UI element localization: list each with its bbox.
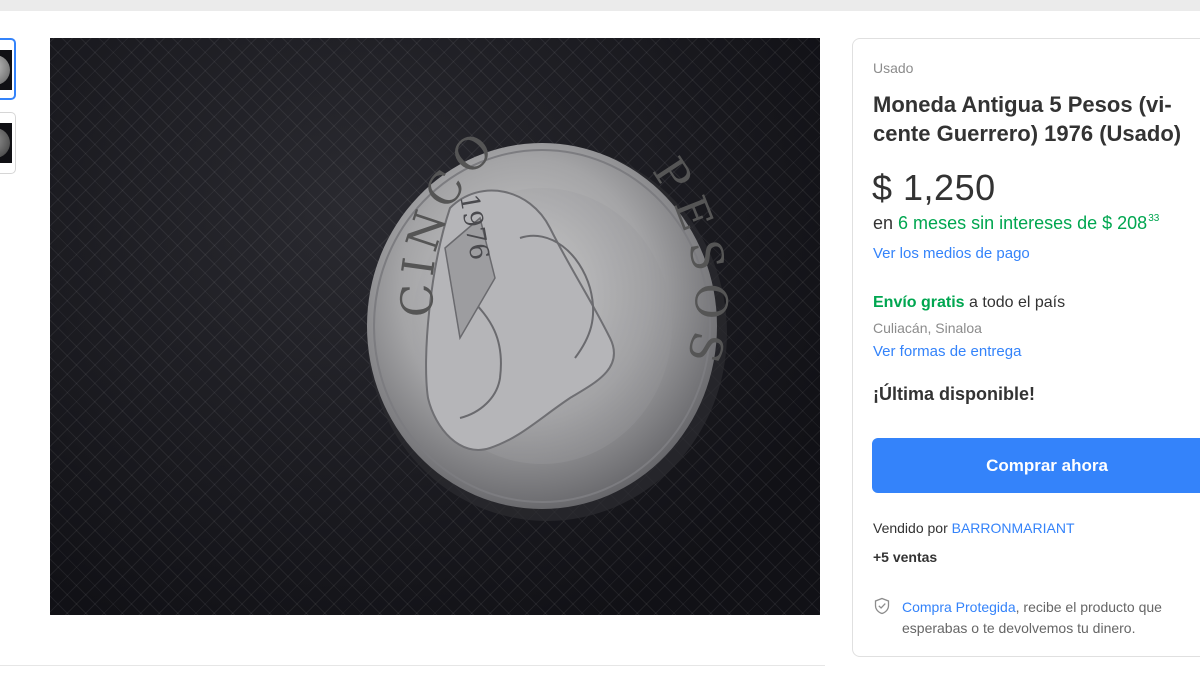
- buy-now-label: Comprar ahora: [986, 456, 1108, 475]
- product-title-line-1: Moneda Antigua 5 Pesos (vi-: [873, 92, 1172, 117]
- product-title-line-2: cente Guerrero) 1976 (Usado): [873, 121, 1182, 146]
- product-main-image[interactable]: CINCO PESOS 1976: [50, 38, 820, 615]
- seller-sales: +5 ventas: [873, 549, 938, 565]
- installments-amount: 6 meses sin intereses de $ 208: [898, 213, 1148, 233]
- shipping-scope: a todo el país: [969, 294, 1066, 311]
- seller-location: Culiacán, Sinaloa: [873, 320, 982, 336]
- installments-cents: 33: [1148, 213, 1160, 224]
- thumbnail-2[interactable]: [0, 112, 16, 174]
- protection-text-1: , recibe el producto que: [1015, 599, 1162, 615]
- seller-info: Vendido por BARRONMARIANT: [873, 520, 1075, 536]
- thumbnail-image: [0, 50, 12, 90]
- delivery-options-link[interactable]: Ver formas de entrega: [873, 343, 1021, 360]
- item-condition: Usado: [873, 60, 914, 76]
- installments-prefix: en: [873, 213, 894, 233]
- protected-purchase-link[interactable]: Compra Protegida: [902, 599, 1016, 615]
- installments-info: en 6 meses sin intereses de $ 20833: [873, 213, 1159, 234]
- thumbnail-image: [0, 123, 12, 163]
- shipping-info: Envío gratis a todo el país: [873, 294, 1065, 312]
- seller-prefix: Vendido por: [873, 520, 948, 536]
- buy-now-button[interactable]: Comprar ahora: [872, 438, 1200, 493]
- purchase-protection: Compra Protegida, recibe el producto que…: [902, 597, 1200, 639]
- divider: [0, 665, 825, 666]
- coin-illustration: CINCO PESOS 1976: [367, 119, 727, 521]
- protection-text-2: esperabas o te devolvemos tu dinero.: [902, 620, 1136, 636]
- product-title: Moneda Antigua 5 Pesos (vi- cente Guerre…: [873, 90, 1200, 148]
- buy-box: Usado Moneda Antigua 5 Pesos (vi- cente …: [852, 38, 1200, 657]
- payment-methods-link[interactable]: Ver los medios de pago: [873, 245, 1030, 262]
- free-shipping-label: Envío gratis: [873, 294, 965, 311]
- product-price: $ 1,250: [872, 167, 996, 208]
- stock-status: ¡Última disponible!: [873, 384, 1035, 404]
- thumbnail-1[interactable]: [0, 38, 16, 100]
- shield-check-icon: [874, 597, 890, 615]
- top-nav-bar: [0, 0, 1200, 11]
- seller-name-link[interactable]: BARRONMARIANT: [952, 520, 1075, 536]
